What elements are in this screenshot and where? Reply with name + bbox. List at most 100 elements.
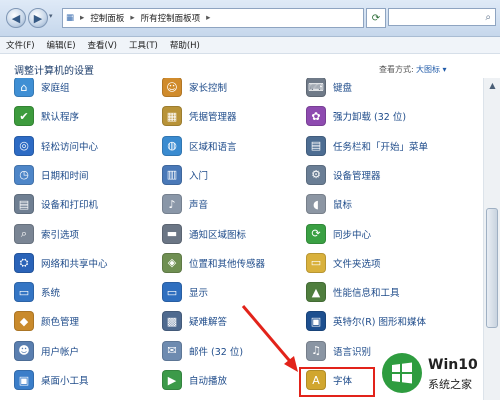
sound-icon: ♪ bbox=[162, 194, 182, 215]
performance-icon: ▲ bbox=[306, 282, 326, 303]
region-language-icon: ◍ bbox=[162, 135, 182, 156]
taskbar-start-icon: ▤ bbox=[306, 135, 326, 156]
back-arrow-icon: ◀ bbox=[11, 11, 21, 25]
user-accounts-icon: ☻ bbox=[14, 340, 34, 361]
control-panel-item-label: 疑难解答 bbox=[189, 317, 228, 329]
control-panel-items: ⌂ 家庭组 ✔ 默认程序 ◎ 轻松访问中心 ◷ 日期和时间 ▤ 设备和打印机 ⌕ 索引选项 ⛭ 网络和共享… bbox=[0, 78, 482, 400]
control-panel-item[interactable]: ◎ 轻松访问中心 bbox=[14, 134, 98, 158]
control-panel-item[interactable]: ✔ 默认程序 bbox=[14, 104, 79, 128]
control-panel-item-label: 性能信息和工具 bbox=[333, 288, 400, 300]
control-panel-item-label: 入门 bbox=[189, 170, 209, 182]
menu-edit[interactable]: 编辑(E) bbox=[41, 39, 82, 51]
control-panel-item-label: 邮件 (32 位) bbox=[189, 346, 244, 358]
gadgets-icon: ▣ bbox=[14, 370, 34, 390]
control-panel-item[interactable]: ⟳ 同步中心 bbox=[306, 222, 371, 246]
date-time-icon: ◷ bbox=[14, 164, 34, 185]
control-panel-item[interactable]: ▤ 设备和打印机 bbox=[14, 192, 98, 216]
scroll-thumb[interactable] bbox=[486, 208, 498, 328]
color-management-icon: ◆ bbox=[14, 311, 34, 332]
windows-logo-icon bbox=[382, 353, 422, 393]
credential-manager-icon: ▦ bbox=[162, 106, 182, 127]
control-panel-item[interactable]: ▬ 通知区域图标 bbox=[162, 222, 246, 246]
mail-icon: ✉ bbox=[162, 340, 182, 361]
control-panel-item[interactable]: ✿ 强力卸载 (32 位) bbox=[306, 104, 406, 128]
default-programs-icon: ✔ bbox=[14, 106, 34, 127]
control-panel-item[interactable]: ◍ 区域和语言 bbox=[162, 134, 237, 158]
scroll-up-arrow-icon[interactable]: ▲ bbox=[484, 78, 500, 92]
control-panel-item-label: 日期和时间 bbox=[41, 170, 89, 182]
display-icon: ▭ bbox=[162, 282, 182, 303]
location-sensors-icon: ◈ bbox=[162, 252, 182, 273]
speech-recognition-icon: ♫ bbox=[306, 340, 326, 361]
control-panel-item[interactable]: ▲ 性能信息和工具 bbox=[306, 280, 400, 304]
control-panel-item[interactable]: ◖ 鼠标 bbox=[306, 192, 352, 216]
chevron-right-icon: ▸ bbox=[80, 13, 85, 23]
refresh-icon: ⟳ bbox=[371, 12, 381, 24]
control-panel-item[interactable]: ▶ 自动播放 bbox=[162, 368, 227, 392]
control-panel-item-label: 默认程序 bbox=[41, 112, 80, 124]
chevron-right-icon: ▸ bbox=[130, 13, 135, 23]
notification-area-icon: ▬ bbox=[162, 223, 182, 244]
control-panel-item[interactable]: ▭ 显示 bbox=[162, 280, 208, 304]
control-panel-item[interactable]: ▥ 入门 bbox=[162, 163, 208, 187]
control-panel-item[interactable]: ☺ 家长控制 bbox=[162, 78, 227, 99]
page-title: 调整计算机的设置 bbox=[14, 66, 94, 77]
search-input[interactable]: ⌕ bbox=[388, 8, 496, 26]
control-panel-item[interactable]: ♪ 声音 bbox=[162, 192, 208, 216]
menu-help[interactable]: 帮助(H) bbox=[164, 39, 206, 51]
control-panel-item[interactable]: ▭ 文件夹选项 bbox=[306, 251, 381, 275]
control-panel-item[interactable]: ▭ 系统 bbox=[14, 280, 60, 304]
control-panel-item-label: 凭据管理器 bbox=[189, 112, 237, 124]
history-dropdown[interactable]: ▾ bbox=[49, 12, 53, 20]
address-bar: ◀ ▶ ▾ ▦ ▸ 控制面板 ▸ 所有控制面板项 ▸ ⟳ ⌕ bbox=[0, 0, 500, 37]
control-panel-item-label: 设备管理器 bbox=[333, 170, 381, 182]
vertical-scrollbar[interactable]: ▲ bbox=[483, 78, 500, 400]
control-panel-item[interactable]: ♫ 语言识别 bbox=[306, 339, 371, 363]
autoplay-icon: ▶ bbox=[162, 370, 182, 390]
control-panel-item[interactable]: ⚙ 设备管理器 bbox=[306, 163, 381, 187]
device-manager-icon: ⚙ bbox=[306, 164, 326, 185]
control-panel-item[interactable]: ◆ 颜色管理 bbox=[14, 309, 79, 333]
system-icon: ▭ bbox=[14, 282, 34, 303]
control-panel-item-label: 用户帐户 bbox=[41, 346, 80, 358]
control-panel-item[interactable]: ▤ 任务栏和「开始」菜单 bbox=[306, 134, 428, 158]
control-panel-icon: ▦ bbox=[66, 13, 75, 23]
control-panel-item[interactable]: ✉ 邮件 (32 位) bbox=[162, 339, 243, 363]
control-panel-item[interactable]: ▩ 疑难解答 bbox=[162, 309, 227, 333]
address-path[interactable]: ▦ ▸ 控制面板 ▸ 所有控制面板项 ▸ bbox=[62, 8, 364, 28]
control-panel-item-label: 家长控制 bbox=[189, 83, 228, 94]
control-panel-item-label: 显示 bbox=[189, 288, 209, 300]
control-panel-item[interactable]: ⌕ 索引选项 bbox=[14, 222, 79, 246]
breadcrumb-control-panel[interactable]: 控制面板 bbox=[87, 12, 127, 24]
intel-graphics-icon: ▣ bbox=[306, 311, 326, 332]
refresh-button[interactable]: ⟳ bbox=[366, 8, 386, 28]
parental-controls-icon: ☺ bbox=[162, 78, 182, 97]
control-panel-item[interactable]: ▦ 凭据管理器 bbox=[162, 104, 237, 128]
folder-options-icon: ▭ bbox=[306, 252, 326, 273]
menu-file[interactable]: 文件(F) bbox=[0, 39, 41, 51]
control-panel-item-label: 通知区域图标 bbox=[189, 229, 247, 241]
menu-tools[interactable]: 工具(T) bbox=[123, 39, 164, 51]
search-icon: ⌕ bbox=[485, 11, 491, 23]
getting-started-icon: ▥ bbox=[162, 164, 182, 185]
control-panel-item[interactable]: ⌂ 家庭组 bbox=[14, 78, 70, 99]
breadcrumb-all-items[interactable]: 所有控制面板项 bbox=[138, 12, 204, 24]
control-panel-item-label: 位置和其他传感器 bbox=[189, 258, 266, 270]
menu-bar: 文件(F) 编辑(E) 查看(V) 工具(T) 帮助(H) bbox=[0, 37, 500, 54]
forward-button[interactable]: ▶ bbox=[28, 8, 48, 28]
control-panel-item[interactable]: ☻ 用户帐户 bbox=[14, 339, 79, 363]
control-panel-item[interactable]: ◷ 日期和时间 bbox=[14, 163, 89, 187]
highlight-box bbox=[299, 367, 375, 397]
control-panel-item[interactable]: ⛭ 网络和共享中心 bbox=[14, 251, 108, 275]
view-by-label: 查看方式: bbox=[379, 65, 414, 74]
control-panel-item[interactable]: ▣ 桌面小工具 bbox=[14, 368, 89, 392]
menu-view[interactable]: 查看(V) bbox=[82, 39, 123, 51]
view-by-dropdown[interactable]: 大图标 ▾ bbox=[416, 64, 447, 75]
control-panel-item[interactable]: ⌨ 键盘 bbox=[306, 78, 352, 99]
control-panel-item[interactable]: ◈ 位置和其他传感器 bbox=[162, 251, 265, 275]
network-icon: ⛭ bbox=[14, 252, 34, 273]
control-panel-item-label: 任务栏和「开始」菜单 bbox=[333, 141, 429, 153]
back-button[interactable]: ◀ bbox=[6, 8, 26, 28]
control-panel-item[interactable]: ▣ 英特尔(R) 图形和媒体 bbox=[306, 309, 426, 333]
control-panel-item-label: 颜色管理 bbox=[41, 317, 80, 329]
